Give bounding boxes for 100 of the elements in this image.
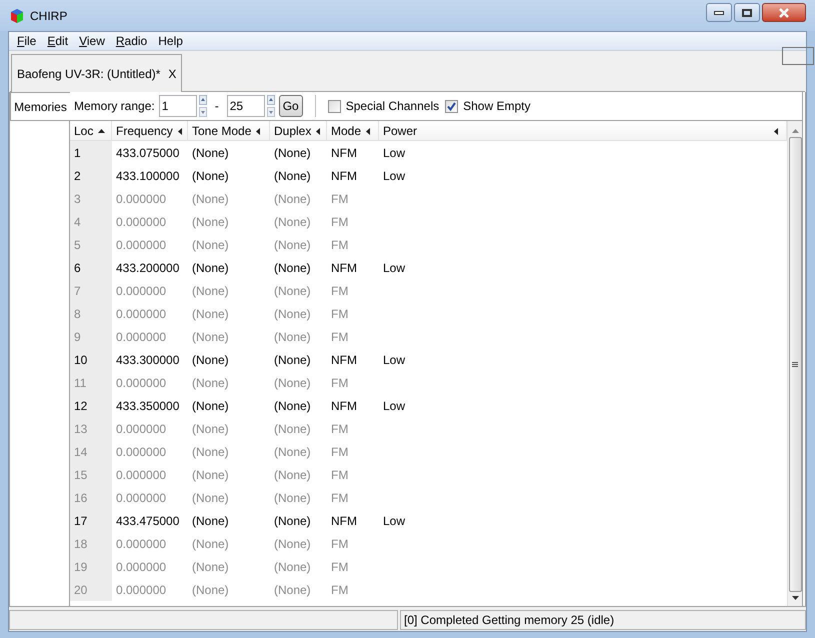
table-cell-text: 19 — [74, 558, 88, 576]
checkbox-option[interactable]: Special Channels — [328, 97, 440, 115]
table-cell-text: NFM — [331, 144, 357, 162]
menu-item[interactable]: Radio — [112, 33, 152, 49]
table-cell-text: 7 — [74, 282, 81, 300]
table-cell-text: (None) — [192, 374, 229, 392]
document-tab[interactable]: Baofeng UV-3R: (Untitled)* X — [11, 54, 182, 92]
cube-icon — [10, 8, 24, 24]
table-cell-text: 13 — [74, 420, 88, 438]
status-text: [0] Completed Getting memory 25 (idle) — [404, 612, 614, 629]
panel-outline — [782, 47, 814, 65]
number-field[interactable]: 1 — [158, 95, 197, 117]
table-cell-text: 0.000000 — [116, 190, 166, 208]
table-cell-text: 0.000000 — [116, 328, 166, 346]
table-cell-text: Low — [383, 512, 406, 530]
table-cell-text: (None) — [274, 352, 311, 368]
table-cell-text: FM — [331, 558, 348, 576]
table-cell-text: 0.000000 — [116, 420, 166, 438]
table-cell-text: (None) — [192, 512, 229, 530]
minimize-button[interactable] — [706, 3, 732, 22]
table-cell-text: (None) — [274, 582, 311, 598]
table-cell-text: (None) — [274, 144, 311, 162]
menu-item[interactable]: File — [13, 33, 40, 49]
spin-button[interactable] — [266, 95, 275, 117]
table-cell-text: FM — [331, 444, 348, 460]
table-cell-text: Low — [383, 144, 406, 162]
table-cell-text: 18 — [74, 536, 88, 552]
table-cell-text: 6 — [74, 260, 81, 276]
field-label: Memory range: — [74, 98, 155, 115]
table-cell-text: 433.075000 — [116, 144, 180, 162]
tab-label[interactable]: Baofeng UV-3R: (Untitled)* — [17, 64, 160, 82]
table-cell-text: FM — [331, 374, 348, 392]
table-cell-text: FM — [331, 582, 348, 598]
checkbox[interactable] — [445, 100, 458, 112]
table-cell-text: (None) — [192, 536, 229, 552]
table-cell-text: NFM — [331, 352, 357, 368]
table-cell-text: FM — [331, 328, 348, 346]
table-cell-text: FM — [331, 490, 348, 506]
menu-item[interactable]: Help — [154, 33, 187, 49]
scroll-up-icon[interactable] — [792, 129, 798, 133]
table-cell-text: (None) — [274, 420, 311, 438]
side-tab[interactable]: Memories — [10, 92, 70, 121]
table-cell-text: (None) — [192, 558, 229, 576]
table-cell-text: 0.000000 — [116, 490, 166, 506]
number-field[interactable]: 25 — [226, 95, 265, 117]
table-cell-text: (None) — [192, 420, 229, 438]
table-cell-text: 433.300000 — [116, 352, 180, 368]
column-header[interactable]: Tone Mode — [188, 121, 270, 141]
table-cell-text: (None) — [274, 444, 311, 460]
scroll-down-icon[interactable] — [792, 596, 798, 600]
table-cell-text: NFM — [331, 398, 357, 414]
table-cell-text: 16 — [74, 490, 88, 506]
table-cell-text: 14 — [74, 444, 88, 460]
table-cell-text: 1 — [74, 144, 81, 162]
table-cell-text: 2 — [74, 168, 81, 184]
column-header[interactable]: Duplex — [270, 121, 327, 141]
table-cell-text: 12 — [74, 398, 88, 414]
table-cell-text: (None) — [192, 236, 229, 254]
close-button[interactable] — [762, 3, 806, 22]
table-cell-text: (None) — [192, 214, 229, 230]
table-cell-text: NFM — [331, 260, 357, 276]
table-cell-text: FM — [331, 236, 348, 254]
table-cell-text: (None) — [192, 190, 229, 208]
table-cell-text: FM — [331, 466, 348, 484]
column-header[interactable]: Mode — [327, 121, 379, 141]
table-cell-text: 433.100000 — [116, 168, 180, 184]
table-cell-text: (None) — [192, 444, 229, 460]
table-cell-text: (None) — [274, 328, 311, 346]
table-cell-text: Low — [383, 260, 406, 276]
table-cell-text: (None) — [274, 490, 311, 506]
table-cell-text: (None) — [192, 398, 229, 414]
table-cell-text: (None) — [274, 466, 311, 484]
table-cell-text: 0.000000 — [116, 466, 166, 484]
maximize-button[interactable] — [734, 3, 760, 22]
column-header[interactable]: Frequency — [112, 121, 188, 141]
table-cell-text: (None) — [192, 282, 229, 300]
table-cell-text: (None) — [274, 282, 311, 300]
table-cell-text: 8 — [74, 306, 81, 322]
table-cell-text: NFM — [331, 512, 357, 530]
table-cell-text: (None) — [274, 214, 311, 230]
table-cell-text: FM — [331, 420, 348, 438]
menu-item[interactable]: View — [75, 33, 109, 49]
scrollbar[interactable] — [787, 121, 802, 606]
scroll-thumb[interactable] — [788, 137, 802, 592]
table-cell-text: (None) — [274, 190, 311, 208]
go-button[interactable]: Go — [278, 95, 303, 117]
window-title: CHIRP — [30, 8, 68, 24]
checkbox[interactable] — [328, 100, 341, 112]
table-cell-text: Low — [383, 168, 406, 184]
table-cell-text: Low — [383, 352, 406, 368]
range-separator: - — [214, 98, 219, 115]
checkbox-option[interactable]: Show Empty — [445, 97, 530, 115]
table-cell-text: FM — [331, 306, 348, 322]
table-cell-text: 11 — [74, 374, 86, 392]
table-cell-text: 0.000000 — [116, 306, 166, 322]
table-cell-text: (None) — [192, 328, 229, 346]
menu-item[interactable]: Edit — [43, 33, 72, 49]
table-cell-text: 10 — [74, 352, 88, 368]
tab-close-button[interactable]: X — [168, 64, 176, 82]
spin-button[interactable] — [198, 95, 207, 117]
